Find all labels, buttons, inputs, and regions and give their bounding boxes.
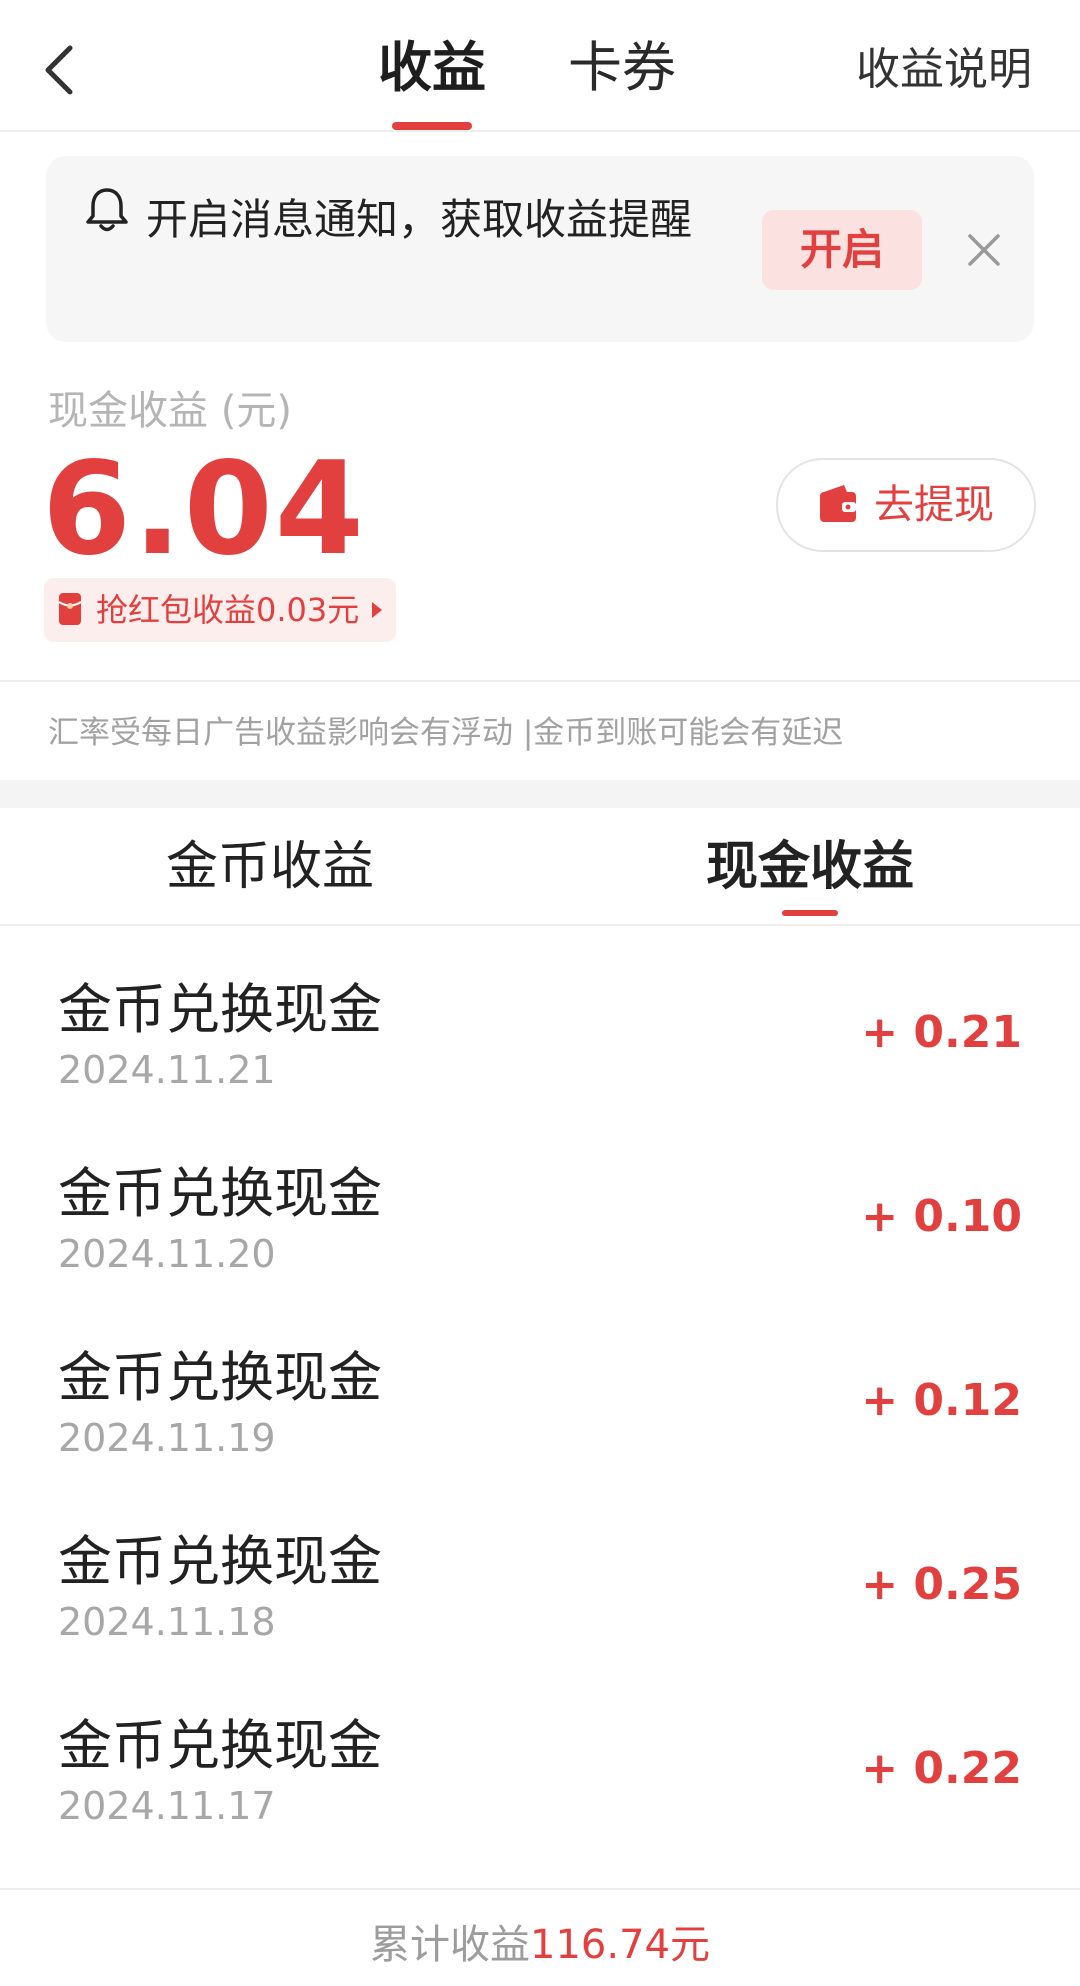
record-date: 2024.11.18 [58, 1600, 276, 1644]
red-envelope-income-link[interactable]: 抢红包收益0.03元 [44, 578, 396, 642]
record-date: 2024.11.17 [58, 1784, 276, 1828]
tab-coupons[interactable]: 卡券 [568, 28, 676, 108]
subtab-coin-income[interactable]: 金币收益 [166, 832, 374, 902]
record-amount: + 0.21 [861, 1007, 1022, 1058]
list-item: 金币兑换现金 2024.11.18 + 0.25 [0, 1496, 1080, 1680]
close-icon [968, 234, 1000, 266]
active-tab-indicator [392, 122, 472, 130]
wallet-icon [818, 482, 858, 526]
cumulative-income-label: 累计收益 [370, 1922, 531, 1968]
red-envelope-income-label: 抢红包收益0.03元 [96, 591, 360, 629]
bell-icon [84, 186, 130, 234]
close-banner-button[interactable] [956, 222, 1012, 278]
back-button[interactable] [30, 30, 90, 110]
list-item: 金币兑换现金 2024.11.20 + 0.10 [0, 1128, 1080, 1312]
section-divider [0, 680, 1080, 682]
record-amount: + 0.12 [861, 1375, 1022, 1426]
record-date: 2024.11.19 [58, 1416, 276, 1460]
chevron-left-icon [45, 45, 73, 95]
record-title: 金币兑换现金 [58, 978, 382, 1041]
footer-divider [0, 1888, 1080, 1890]
withdraw-label: 去提现 [874, 482, 994, 528]
withdraw-button[interactable]: 去提现 [776, 458, 1036, 552]
section-gap [0, 780, 1080, 808]
active-subtab-indicator [782, 910, 838, 916]
record-title: 金币兑换现金 [58, 1714, 382, 1777]
record-title: 金币兑换现金 [58, 1162, 382, 1225]
record-amount: + 0.25 [861, 1559, 1022, 1610]
enable-notification-button[interactable]: 开启 [762, 210, 922, 290]
red-envelope-icon [58, 592, 82, 626]
exchange-rate-disclaimer: 汇率受每日广告收益影响会有浮动 |金币到账可能会有延迟 [48, 715, 844, 751]
cash-income-label: 现金收益 (元) [48, 388, 292, 434]
subtab-cash-income[interactable]: 现金收益 [706, 832, 914, 902]
record-amount: + 0.10 [861, 1191, 1022, 1242]
cumulative-income-value: 116.74元 [530, 1922, 710, 1968]
record-date: 2024.11.20 [58, 1232, 276, 1276]
tab-income[interactable]: 收益 [378, 28, 486, 108]
notification-banner: 开启消息通知，获取收益提醒 开启 [46, 156, 1034, 342]
cash-balance-amount: 6.04 [42, 435, 366, 584]
notification-message: 开启消息通知，获取收益提醒 [146, 195, 693, 244]
list-item: 金币兑换现金 2024.11.17 + 0.22 [0, 1680, 1080, 1864]
record-amount: + 0.22 [861, 1743, 1022, 1794]
subtab-divider [0, 924, 1080, 926]
list-item: 金币兑换现金 2024.11.21 + 0.21 [0, 944, 1080, 1128]
income-explanation-link[interactable]: 收益说明 [856, 40, 1032, 100]
list-item: 金币兑换现金 2024.11.19 + 0.12 [0, 1312, 1080, 1496]
caret-right-icon [370, 600, 384, 620]
record-date: 2024.11.21 [58, 1048, 276, 1092]
header-divider [0, 130, 1080, 132]
cumulative-income: 累计收益116.74元 [0, 1916, 1080, 1974]
record-title: 金币兑换现金 [58, 1530, 382, 1593]
record-title: 金币兑换现金 [58, 1346, 382, 1409]
